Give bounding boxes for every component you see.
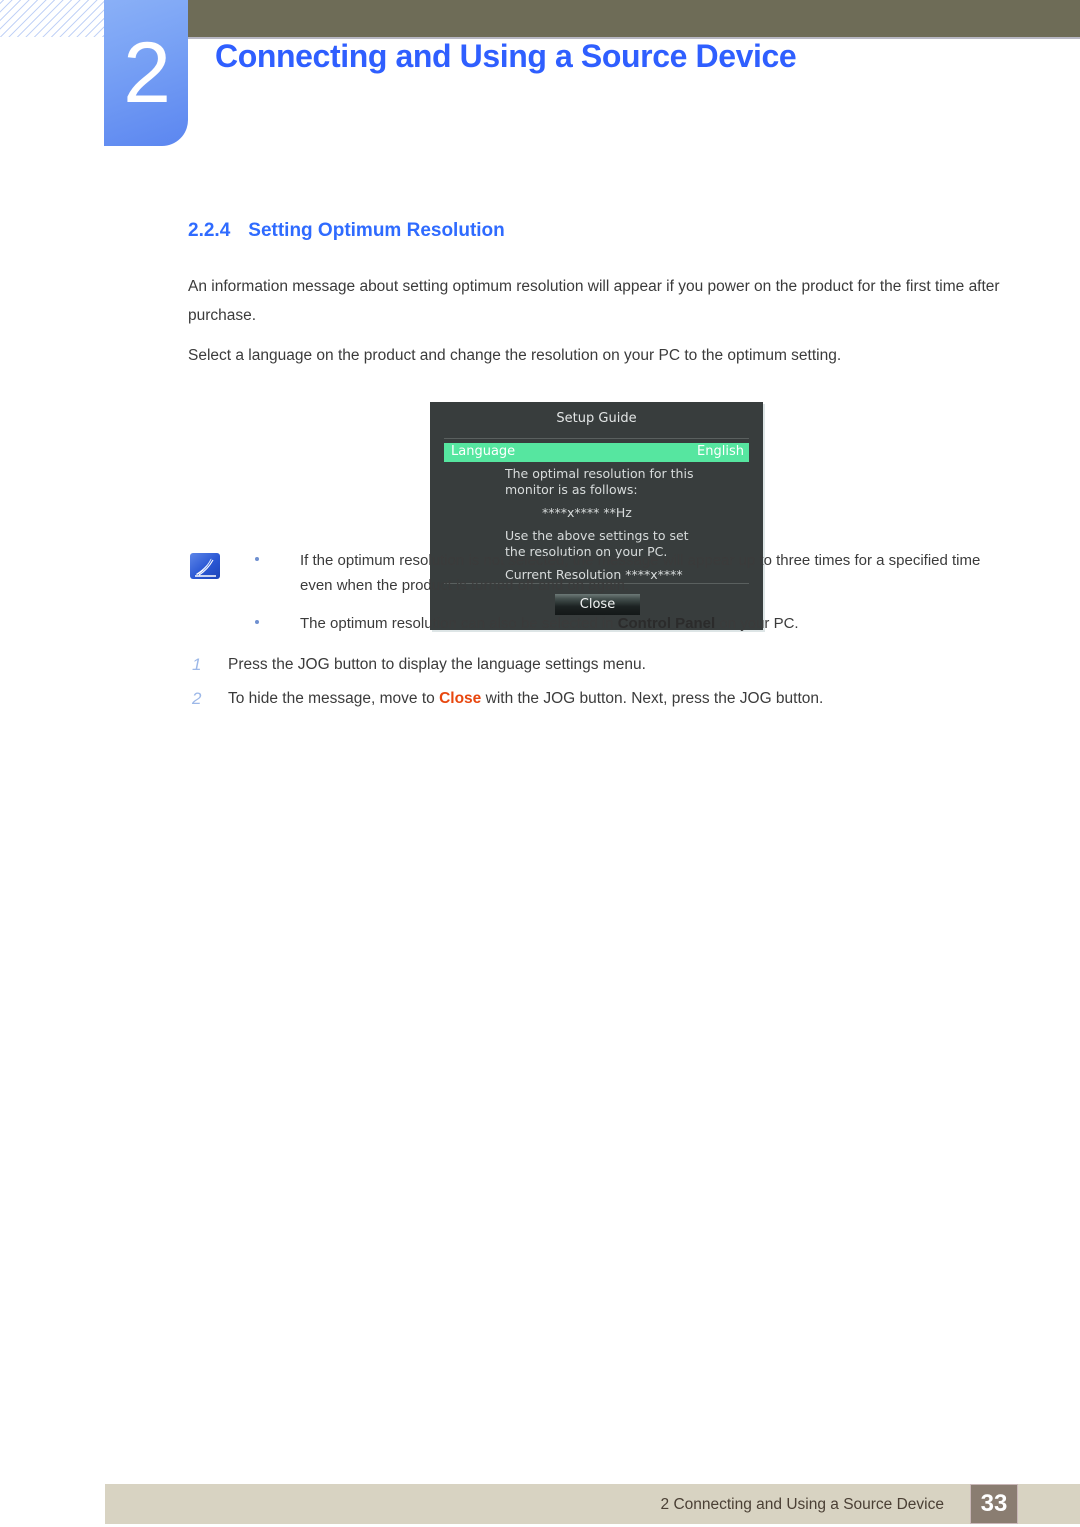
step-text-after: with the JOG button. Next, press the JOG… bbox=[481, 690, 824, 707]
note-text-after: on your PC. bbox=[715, 615, 799, 632]
note-pen-icon bbox=[190, 553, 220, 579]
section-number: 2.2.4 bbox=[188, 220, 231, 241]
intro-paragraph-2: Select a language on the product and cha… bbox=[188, 347, 842, 364]
step-text-before: Press the JOG button to display the lang… bbox=[228, 656, 646, 673]
osd-row-language[interactable]: Language English bbox=[444, 443, 749, 462]
note-text-before: If the optimum resolution is not selecte… bbox=[300, 552, 981, 594]
osd-line-1-text: The optimal resolution for this bbox=[505, 466, 694, 481]
step-number: 1 bbox=[192, 655, 202, 674]
osd-optimal-resolution: ****x**** **Hz bbox=[542, 505, 632, 520]
bullet-dot-icon bbox=[255, 557, 259, 561]
osd-line-3-text: Use the above settings to set bbox=[505, 528, 689, 543]
note-bullet-item: If the optimum resolution is not selecte… bbox=[255, 548, 1015, 598]
bullet-dot-icon bbox=[255, 620, 259, 624]
step-item: 1 Press the JOG button to display the la… bbox=[188, 654, 1018, 676]
step-keyword-close: Close bbox=[439, 690, 482, 707]
footer-chapter-text: 2 Connecting and Using a Source Device bbox=[660, 1496, 944, 1513]
note-text: The optimum resolution can also be selec… bbox=[300, 611, 1015, 636]
osd-title: Setup Guide bbox=[556, 411, 637, 426]
step-item: 2 To hide the message, move to Close wit… bbox=[188, 688, 1018, 710]
osd-line-1: The optimal resolution for this monitor … bbox=[505, 466, 755, 498]
page-header: 2 Connecting and Using a Source Device bbox=[0, 0, 1080, 180]
osd-language-value: English bbox=[697, 444, 744, 459]
step-text: Press the JOG button to display the lang… bbox=[228, 654, 1018, 676]
header-olive-bar bbox=[106, 0, 1080, 37]
note-keyword-control-panel: Control Panel bbox=[617, 615, 716, 632]
step-text: To hide the message, move to Close with … bbox=[228, 688, 1018, 710]
osd-language-label: Language bbox=[451, 444, 516, 459]
note-text: If the optimum resolution is not selecte… bbox=[300, 548, 1015, 598]
chapter-number-tab: 2 bbox=[104, 0, 188, 146]
section-heading: 2.2.4 Setting Optimum Resolution bbox=[188, 220, 505, 242]
note-bullet-item: The optimum resolution can also be selec… bbox=[255, 611, 1015, 636]
note-text-before: The optimum resolution can also be selec… bbox=[300, 615, 618, 632]
hatch-pattern-decoration bbox=[0, 0, 106, 37]
note-bullet-list: If the optimum resolution is not selecte… bbox=[255, 548, 1015, 649]
page-footer: 2 Connecting and Using a Source Device 3… bbox=[0, 1484, 1080, 1527]
chapter-title: Connecting and Using a Source Device bbox=[215, 38, 797, 74]
section-title: Setting Optimum Resolution bbox=[248, 220, 505, 241]
step-number: 2 bbox=[192, 689, 202, 708]
osd-line-2-text: monitor is as follows: bbox=[505, 482, 638, 497]
intro-paragraph-1: An information message about setting opt… bbox=[188, 278, 1000, 324]
footer-page-number: 33 bbox=[970, 1484, 1018, 1524]
osd-divider-top bbox=[444, 438, 749, 439]
step-text-before: To hide the message, move to bbox=[228, 690, 440, 707]
